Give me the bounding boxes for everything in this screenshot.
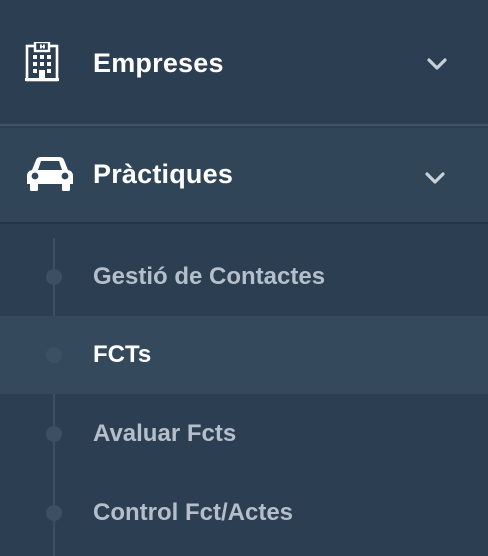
menu-header-empreses-label: Empreses [93, 48, 224, 78]
submenu-practiques: Gestió de Contactes FCTs Avaluar Fcts Co… [0, 226, 488, 556]
menu-header-empreses[interactable]: Empreses [0, 0, 488, 126]
car-icon [26, 156, 74, 192]
menu-header-practiques-label: Pràctiques [93, 159, 234, 189]
sidebar-nav: Empreses Pràctiques Gestió de Contactes … [0, 0, 488, 556]
submenu-item-gestio-contactes[interactable]: Gestió de Contactes [0, 238, 488, 316]
chevron-down-icon[interactable] [426, 57, 448, 71]
bullet-dot-icon [46, 269, 62, 285]
chevron-down-icon[interactable] [424, 171, 446, 185]
submenu-item-label: FCTs [93, 341, 152, 368]
building-icon [24, 42, 60, 82]
submenu-item-fcts[interactable]: FCTs [0, 316, 488, 394]
menu-header-practiques[interactable]: Pràctiques [0, 128, 488, 224]
submenu-item-label: Control Fct/Actes [93, 499, 294, 526]
bullet-dot-icon [46, 426, 62, 442]
submenu-item-label: Avaluar Fcts [93, 420, 237, 447]
bullet-dot-icon [46, 505, 62, 521]
submenu-item-control-fct-actes[interactable]: Control Fct/Actes [0, 474, 488, 552]
submenu-item-avaluar-fcts[interactable]: Avaluar Fcts [0, 395, 488, 473]
submenu-item-label: Gestió de Contactes [93, 263, 326, 290]
bullet-dot-icon [46, 347, 62, 363]
